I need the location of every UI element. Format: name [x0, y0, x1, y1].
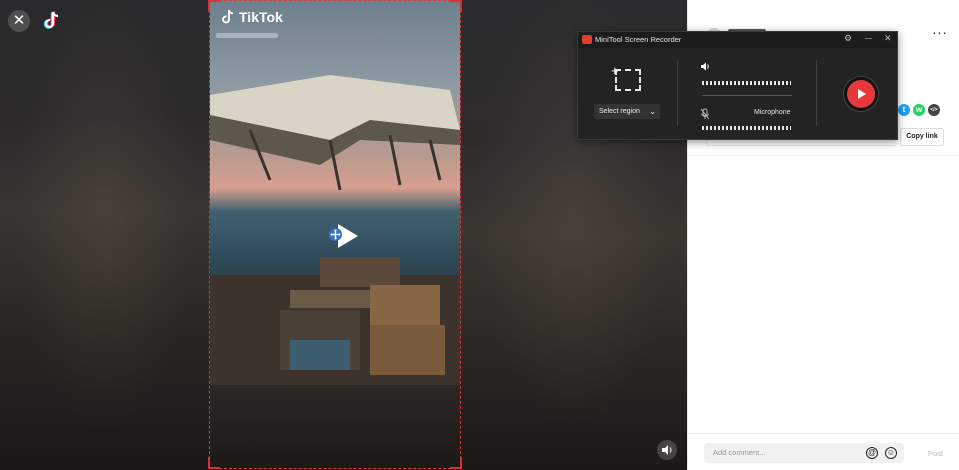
microphone-label: Microphone [754, 109, 791, 116]
recorder-logo-icon [582, 35, 592, 44]
region-select-icon[interactable] [615, 69, 641, 91]
separator [702, 95, 792, 96]
divider [816, 60, 817, 126]
emoji-icon[interactable]: ☺ [885, 447, 897, 459]
settings-icon[interactable]: ⚙ [844, 33, 852, 44]
comment-placeholder: Add comment... [713, 448, 766, 457]
speaker-icon[interactable] [700, 61, 711, 72]
microphone-meter [702, 126, 791, 130]
copy-link-button[interactable]: Copy link [900, 128, 944, 146]
comment-bar: Add comment... @ ☺ Post [688, 433, 959, 470]
record-button-face [847, 80, 875, 108]
mention-icon[interactable]: @ [866, 447, 878, 459]
tiktok-icon[interactable] [42, 11, 60, 31]
more-options-button[interactable]: ··· [932, 24, 948, 40]
recorder-close-button[interactable]: ✕ [884, 33, 892, 44]
post-button[interactable]: Post [928, 449, 943, 458]
microphone-muted-icon[interactable] [700, 108, 710, 120]
select-region-label: Select region [599, 108, 640, 115]
recorder-title: MiniTool Screen Recorder [595, 35, 682, 44]
volume-icon[interactable] [657, 440, 677, 460]
chevron-down-icon: ⌄ [649, 107, 656, 116]
share-icons: t w </> [898, 104, 940, 116]
embed-icon[interactable]: </> [928, 104, 940, 116]
region-plus-icon: + [611, 63, 619, 78]
record-button[interactable] [843, 76, 879, 112]
recorder-titlebar[interactable]: MiniTool Screen Recorder ⚙ — ✕ [578, 32, 897, 48]
comment-input[interactable]: Add comment... @ ☺ [704, 443, 904, 463]
move-region-icon[interactable] [329, 228, 342, 241]
divider [677, 60, 678, 126]
twitter-icon[interactable]: t [898, 104, 910, 116]
region-corner-top-left[interactable] [208, 0, 220, 12]
whatsapp-icon[interactable]: w [913, 104, 925, 116]
region-corner-top-right[interactable] [450, 0, 462, 12]
region-corner-bottom-right[interactable] [450, 457, 462, 469]
close-button[interactable]: ✕ [8, 10, 30, 32]
region-corner-bottom-left[interactable] [208, 457, 220, 469]
minimize-button[interactable]: — [865, 35, 872, 42]
system-audio-meter [702, 81, 791, 85]
blurred-background-left [0, 0, 210, 470]
select-region-dropdown[interactable]: Select region ⌄ [594, 104, 660, 119]
record-play-icon [858, 89, 866, 99]
screen-recorder-window: MiniTool Screen Recorder ⚙ — ✕ + Select … [577, 31, 898, 140]
